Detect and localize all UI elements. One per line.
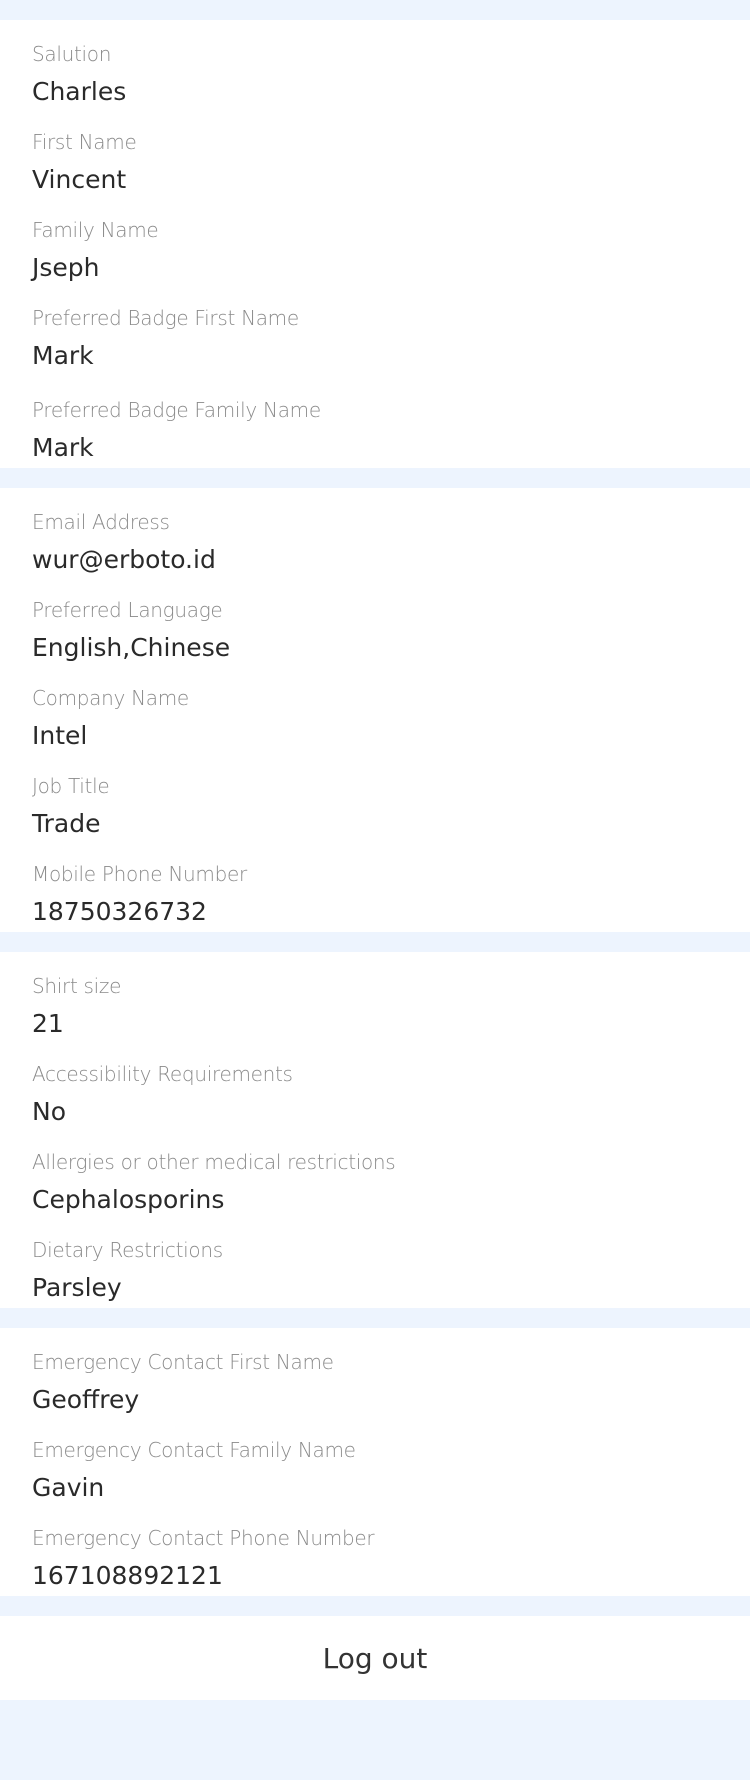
field-label: First Name [32,130,137,154]
field-label: Emergency Contact First Name [32,1350,334,1374]
profile-field: Preferred Language English,Chinese [32,592,718,668]
field-label: Accessibility Requirements [32,1062,293,1086]
field-value: Geoffrey [32,1385,140,1414]
profile-section: Shirt size 21 Accessibility Requirements No… [0,952,750,1308]
field-value: wur@erboto.id [32,545,216,574]
profile-section: Email Address wur@erboto.id Preferred Lang… [0,488,750,932]
profile-field: Allergies or other medical restrictions C… [32,1144,718,1220]
profile-field: Salution Charles [32,36,718,112]
field-value: 18750326732 [32,897,207,926]
profile-section: Emergency Contact First Name Geoffrey Emer… [0,1328,750,1596]
logout-button[interactable]: Log out [0,1616,750,1700]
field-label: Preferred Badge First Name [32,306,299,330]
field-value: Gavin [32,1473,105,1502]
field-label: Mobile Phone Number [32,862,247,886]
profile-field: Shirt size 21 [32,968,718,1044]
field-value: Charles [32,77,127,106]
field-value: English,Chinese [32,633,231,662]
field-label: Shirt size [32,974,122,998]
field-value: 167108892121 [32,1561,223,1590]
field-label: Family Name [32,218,159,242]
field-value: 21 [32,1009,64,1038]
field-value: Trade [32,809,101,838]
profile-field: Family Name Jseph [32,212,718,288]
profile-field: Preferred Badge Family Name Mark [32,392,718,468]
profile-field: Accessibility Requirements No [32,1056,718,1132]
profile-field: Emergency Contact First Name Geoffrey [32,1344,718,1420]
field-label: Preferred Badge Family Name [32,398,321,422]
field-label: Company Name [32,686,189,710]
field-value: Parsley [32,1273,122,1302]
top-spacer [0,0,750,20]
field-value: Mark [32,341,94,370]
field-label: Emergency Contact Family Name [32,1438,356,1462]
field-value: Jseph [32,253,100,282]
profile-section: Salution Charles First Name Vincent Family N… [0,20,750,468]
profile-details: Salution Charles First Name Vincent Family N… [0,20,750,1596]
field-value: Cephalosporins [32,1185,225,1214]
field-label: Dietary Restrictions [32,1238,223,1262]
profile-field: Mobile Phone Number 18750326732 [32,856,718,932]
profile-field: Emergency Contact Family Name Gavin [32,1432,718,1508]
field-label: Email Address [32,510,170,534]
profile-field: Preferred Badge First Name Mark [32,300,718,376]
field-label: Emergency Contact Phone Number [32,1526,375,1550]
field-value: No [32,1097,66,1126]
field-label: Salution [32,42,112,66]
profile-field: Email Address wur@erboto.id [32,504,718,580]
field-label: Preferred Language [32,598,223,622]
profile-field: Company Name Intel [32,680,718,756]
profile-field: Job Title Trade [32,768,718,844]
profile-field: First Name Vincent [32,124,718,200]
profile-field: Emergency Contact Phone Number 1671088921… [32,1520,718,1596]
profile-field: Dietary Restrictions Parsley [32,1232,718,1308]
field-value: Mark [32,433,94,462]
field-label: Job Title [32,774,110,798]
field-label: Allergies or other medical restrictions [32,1150,396,1174]
field-value: Vincent [32,165,127,194]
field-value: Intel [32,721,88,750]
